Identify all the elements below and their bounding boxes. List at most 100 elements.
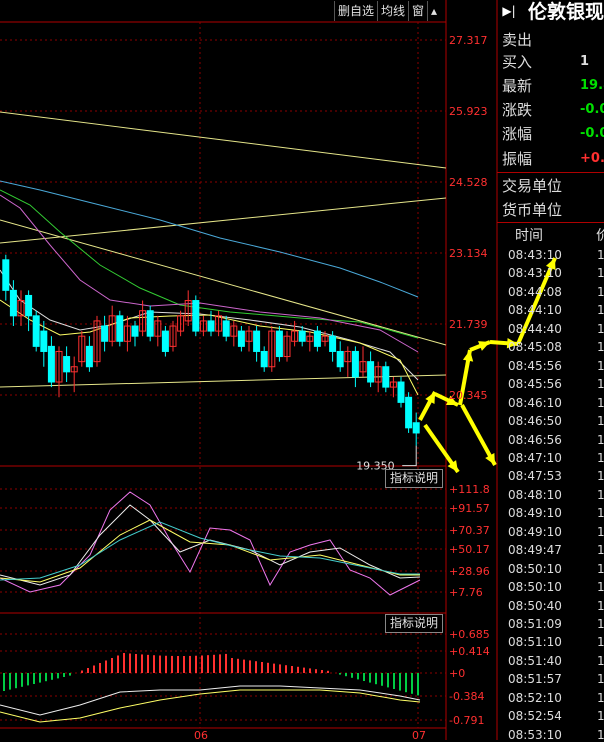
candle-body bbox=[116, 315, 124, 342]
quote-row: 买入 bbox=[502, 50, 532, 74]
tick-price: 1 bbox=[597, 284, 604, 299]
candle-body bbox=[47, 345, 55, 383]
indicator1-tick-label: +7.76 bbox=[449, 586, 483, 599]
candle-body bbox=[405, 396, 413, 429]
tick-time: 08:52:10 bbox=[508, 690, 562, 705]
date-tick-label: 06 bbox=[194, 729, 208, 740]
tick-price: 1 bbox=[597, 248, 604, 262]
tick-price: 1 bbox=[597, 561, 604, 576]
tick-time: 08:45:56 bbox=[508, 377, 562, 392]
tick-price: 1 bbox=[597, 414, 604, 429]
candle-body bbox=[275, 330, 283, 358]
quote-label: 货币单位 bbox=[502, 201, 563, 219]
quote-label: 涨跌 bbox=[502, 101, 533, 119]
indicator2-tick-label: -0.791 bbox=[449, 714, 484, 727]
tick-time: 08:49:47 bbox=[508, 543, 562, 558]
price-tick-label: 24.528 bbox=[449, 176, 488, 189]
indicator2-help-button[interactable]: 指标说明 bbox=[385, 614, 444, 633]
quote-row: 涨跌 bbox=[502, 98, 532, 122]
macd-line bbox=[0, 685, 421, 716]
candle-body bbox=[367, 361, 375, 383]
tick-price: 1 bbox=[597, 524, 604, 539]
candle-body bbox=[2, 259, 10, 291]
tick-price: 1 bbox=[597, 303, 604, 318]
tick-price: 1 bbox=[597, 266, 604, 281]
tick-price: 1 bbox=[597, 635, 604, 650]
candle-body bbox=[63, 356, 71, 373]
signal-line bbox=[0, 689, 421, 723]
arrow-icon[interactable]: ▶| bbox=[500, 2, 518, 20]
moving-average-button[interactable]: 均线 bbox=[377, 1, 409, 21]
candle-body bbox=[9, 289, 17, 317]
tick-time: 08:49:10 bbox=[508, 506, 562, 521]
tick-price: 1 bbox=[597, 340, 604, 355]
tick-time: 08:52:54 bbox=[508, 709, 562, 724]
date-tick-label: 07 bbox=[412, 729, 426, 740]
tick-price: 1 bbox=[597, 377, 604, 392]
indicator1-help-button[interactable]: 指标说明 bbox=[385, 469, 444, 488]
quote-value: -0.0 bbox=[580, 126, 604, 141]
tick-time: 08:51:40 bbox=[508, 653, 562, 668]
candle-body bbox=[85, 345, 93, 368]
tick-price: 1 bbox=[597, 690, 604, 705]
indicator2-lines bbox=[0, 653, 421, 723]
tick-time: 08:51:09 bbox=[508, 617, 562, 631]
quote-row: 最新 bbox=[502, 74, 532, 98]
quote-row: 涨幅 bbox=[502, 122, 532, 146]
tick-price: 1 bbox=[597, 617, 604, 631]
candle-body bbox=[298, 330, 306, 342]
price-column-header: 价 bbox=[596, 228, 604, 244]
candle-body bbox=[237, 330, 245, 347]
scroll-up-button[interactable]: ▴ bbox=[427, 1, 441, 21]
candle-body bbox=[101, 325, 109, 342]
candle-body bbox=[146, 310, 154, 337]
tick-time: 08:45:56 bbox=[508, 358, 562, 373]
indicator1-tick-label: +28.96 bbox=[449, 565, 490, 578]
tick-time: 08:46:10 bbox=[508, 395, 562, 410]
tick-time: 08:49:10 bbox=[508, 524, 562, 539]
candle-body bbox=[412, 422, 420, 434]
candlestick-series: 19.350 bbox=[2, 254, 420, 473]
quote-row: 交易单位 bbox=[502, 174, 562, 198]
candle-body bbox=[253, 330, 261, 352]
ma-line bbox=[0, 180, 419, 298]
tick-time: 08:50:10 bbox=[508, 580, 562, 595]
indicator1-tick-label: +91.57 bbox=[449, 502, 490, 515]
indicator2-tick-label: +0 bbox=[449, 667, 465, 680]
panel-divider bbox=[497, 222, 604, 223]
quote-label: 涨幅 bbox=[502, 125, 533, 143]
indicator2-tick-label: -0.384 bbox=[449, 690, 484, 703]
quote-label: 交易单位 bbox=[502, 177, 563, 195]
tick-time: 08:46:56 bbox=[508, 432, 562, 447]
candle-body bbox=[40, 330, 48, 352]
trend-line bbox=[0, 197, 447, 244]
tick-time: 08:48:10 bbox=[508, 487, 562, 502]
tick-time: 08:50:40 bbox=[508, 598, 562, 613]
tick-price: 1 bbox=[597, 653, 604, 668]
trend-line bbox=[0, 111, 447, 169]
tick-price: 1 bbox=[597, 580, 604, 595]
remove-watchlist-button[interactable]: 删自选 bbox=[334, 1, 378, 21]
quote-label: 买入 bbox=[502, 53, 533, 71]
tick-time: 08:51:10 bbox=[508, 635, 562, 650]
candle-body bbox=[313, 330, 321, 347]
candle-body bbox=[329, 335, 337, 352]
tick-price: 1 bbox=[597, 598, 604, 613]
tick-price: 1 bbox=[597, 395, 604, 410]
tick-time: 08:43:10 bbox=[508, 266, 562, 281]
quote-value: -0.0 bbox=[580, 102, 604, 117]
quote-label: 振幅 bbox=[502, 150, 533, 168]
window-button[interactable]: 窗 bbox=[408, 1, 428, 21]
tick-time: 08:51:57 bbox=[508, 672, 562, 687]
tick-time: 08:46:50 bbox=[508, 414, 562, 429]
panel-divider bbox=[497, 172, 604, 173]
price-tick-label: 25.923 bbox=[449, 105, 488, 118]
tick-price: 1 bbox=[597, 469, 604, 484]
candle-body bbox=[192, 300, 200, 332]
quote-row: 振幅 bbox=[502, 147, 532, 171]
tick-time: 08:45:08 bbox=[508, 340, 562, 355]
low-marker-line bbox=[402, 445, 417, 467]
price-tick-label: 21.739 bbox=[449, 318, 488, 331]
indicator1-tick-label: +70.37 bbox=[449, 524, 490, 537]
candle-body bbox=[32, 315, 40, 347]
